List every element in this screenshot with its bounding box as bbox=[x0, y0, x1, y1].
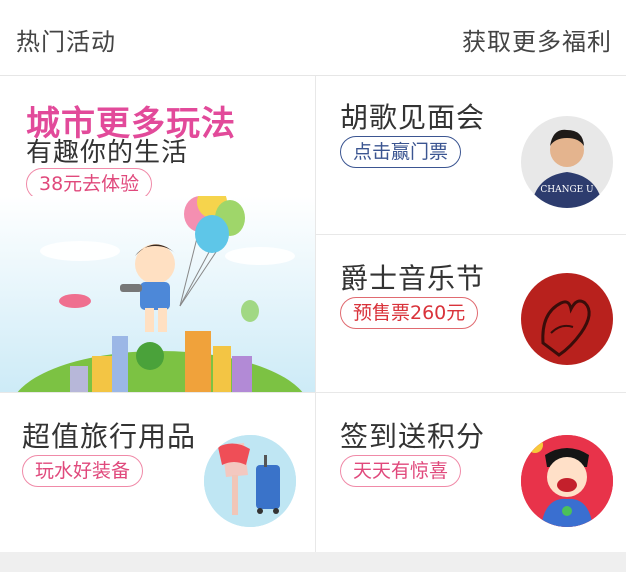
superhero-cartoon-icon bbox=[521, 435, 613, 527]
featured-activity-card[interactable]: 城市更多玩法 有趣你的生活 38元去体验 bbox=[0, 76, 315, 392]
card-title: 超值旅行用品 bbox=[22, 420, 197, 453]
more-benefits-link[interactable]: 获取更多福利 bbox=[462, 22, 612, 57]
card-cta-button[interactable]: 预售票260元 bbox=[340, 297, 479, 329]
card-title: 签到送积分 bbox=[340, 420, 486, 453]
card-cta-button[interactable]: 天天有惊喜 bbox=[340, 455, 462, 487]
activity-card-travel-goods[interactable]: 超值旅行用品 玩水好装备 bbox=[0, 393, 315, 552]
hands-heart-icon bbox=[521, 273, 613, 365]
card-cta-button[interactable]: 点击赢门票 bbox=[340, 136, 462, 168]
featured-subheadline: 有趣你的生活 bbox=[26, 138, 189, 168]
hands-heart-graphic bbox=[521, 273, 613, 365]
section-title: 热门活动 bbox=[16, 28, 116, 56]
traveler-with-suitcase-icon bbox=[204, 435, 296, 527]
card-cta-button[interactable]: 玩水好装备 bbox=[22, 455, 144, 487]
section-header: 热门活动 获取更多福利 bbox=[0, 0, 626, 76]
card-title: 爵士音乐节 bbox=[340, 262, 486, 295]
person-portrait-graphic: CHANGE U bbox=[521, 116, 613, 208]
card-title: 胡歌见面会 bbox=[340, 101, 486, 134]
activity-card-hu-ge[interactable]: 胡歌见面会 点击赢门票 CHANGE U bbox=[316, 76, 626, 234]
traveler-graphic bbox=[204, 435, 296, 527]
activity-card-jazz-festival[interactable]: 爵士音乐节 预售票260元 bbox=[316, 235, 626, 392]
boy-with-balloons-illustration bbox=[0, 196, 315, 392]
activity-grid: 城市更多玩法 有趣你的生活 38元去体验 胡歌见面会 点击赢门票 CHANGE … bbox=[0, 76, 626, 552]
shirt-text: CHANGE U bbox=[540, 185, 594, 195]
superhero-graphic bbox=[521, 435, 613, 527]
activity-card-checkin-points[interactable]: 签到送积分 天天有惊喜 bbox=[316, 393, 626, 552]
person-portrait-icon: CHANGE U bbox=[521, 116, 613, 208]
